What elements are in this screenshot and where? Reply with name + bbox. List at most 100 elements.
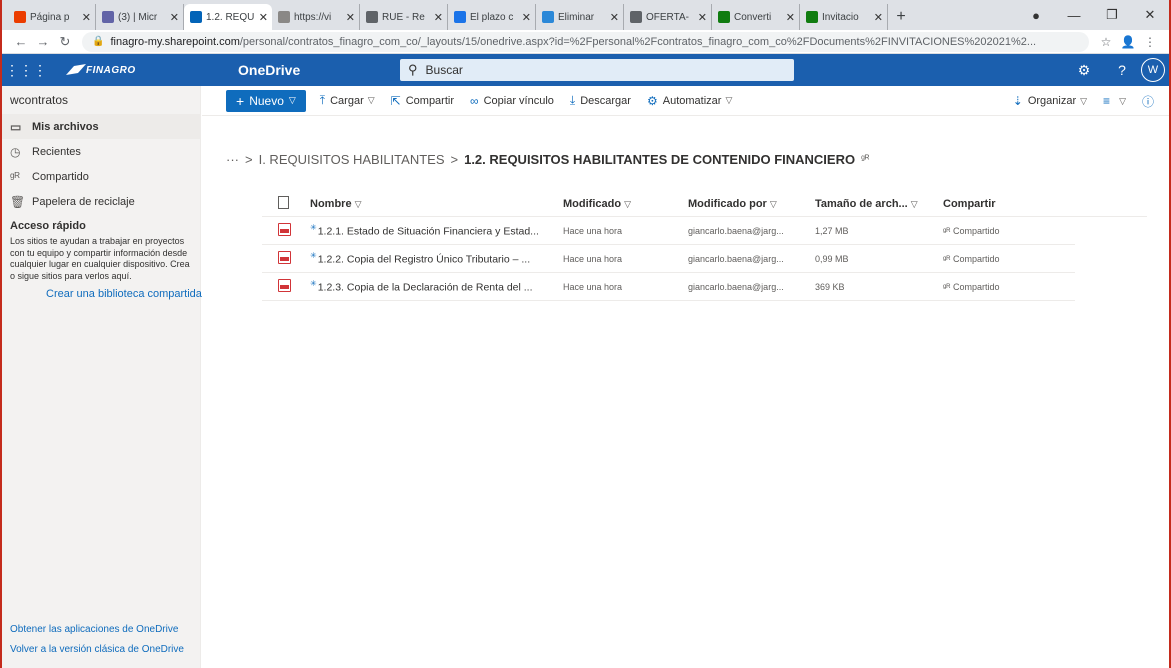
new-file-icon: ✳ (310, 251, 317, 261)
close-tab-icon[interactable]: ✕ (346, 11, 355, 24)
view-options-button[interactable]: ≡ ▽ (1103, 94, 1126, 108)
breadcrumb-parent[interactable]: I. REQUISITOS HABILITANTES (259, 152, 445, 167)
file-name[interactable]: 1.2.1. Estado de Situación Financiera y … (318, 226, 539, 238)
menu-icon[interactable]: ⋮ (1139, 35, 1161, 49)
close-tab-icon[interactable]: ✕ (610, 11, 619, 24)
help-icon[interactable]: ? (1103, 62, 1141, 78)
download-button[interactable]: ⤓ Descargar (570, 93, 631, 108)
chevron-down-icon: ▽ (1080, 95, 1088, 106)
maximize-button[interactable]: ❐ (1093, 7, 1131, 23)
classic-view-link[interactable]: Volver a la versión clásica de OneDrive (10, 644, 184, 656)
col-modified[interactable]: Modificado ▽ (563, 198, 688, 210)
forward-icon[interactable]: → (32, 34, 54, 49)
app-launcher-icon[interactable]: ⋮⋮⋮ (2, 54, 50, 86)
file-type-icon[interactable] (278, 195, 289, 209)
left-nav: wcontratos ▭ Mis archivos ◷ Recientes ᵍᴿ… (2, 86, 202, 668)
account-icon[interactable]: 👤 (1117, 35, 1139, 49)
browser-tab[interactable]: https://vi ✕ (272, 4, 360, 30)
back-icon[interactable]: ← (10, 34, 32, 49)
plus-icon: + (236, 92, 245, 109)
new-button[interactable]: + Nuevo ▽ (226, 89, 306, 112)
browser-tab[interactable]: Eliminar ✕ (536, 4, 624, 30)
minimize-button[interactable]: — (1055, 8, 1093, 23)
copy-link-button[interactable]: ∞ Copiar vínculo (470, 94, 554, 108)
automate-button[interactable]: ⚙ Automatizar ▽ (647, 94, 732, 108)
finagro-logo[interactable]: FINAGRO (50, 54, 190, 86)
settings-icon[interactable]: ⚙ (1065, 62, 1103, 79)
col-size[interactable]: Tamaño de arch... ▽ (815, 198, 943, 210)
file-sharing[interactable]: Compartido (953, 254, 1000, 264)
new-tab-button[interactable]: + (888, 4, 914, 30)
get-apps-link[interactable]: Obtener las aplicaciones de OneDrive (10, 624, 184, 636)
tab-strip: Página p ✕ (3) | Micr ✕ 1.2. REQU ✕ https://vi… (2, 0, 1169, 30)
table-row[interactable]: ✳1.2.1. Estado de Situación Financiera y… (262, 217, 1075, 245)
at-icon (454, 11, 466, 23)
file-sharing[interactable]: Compartido (953, 226, 1000, 236)
content-area: + Nuevo ▽ ⤒ Cargar ▽ ⇱ Compartir ∞ Copia… (202, 86, 1169, 668)
nav-shared[interactable]: ᵍᴿ Compartido (2, 164, 200, 189)
sort-button[interactable]: ⇣ Organizar ▽ (1013, 94, 1087, 108)
file-modified: Hace una hora (563, 253, 623, 264)
browser-tab[interactable]: Invitacio ✕ (800, 4, 888, 30)
window-controls: ● — ❐ ✕ (1017, 0, 1169, 30)
app-name[interactable]: OneDrive (238, 62, 388, 78)
col-name[interactable]: Nombre ▽ (310, 198, 563, 210)
new-file-icon: ✳ (310, 279, 317, 289)
nav-my-files[interactable]: ▭ Mis archivos (2, 114, 200, 139)
shared-icon: ᵍᴿ (943, 253, 953, 264)
col-modified-by[interactable]: Modificado por ▽ (688, 198, 815, 210)
quick-access-title: Acceso rápido (10, 220, 86, 232)
browser-tab[interactable]: (3) | Micr ✕ (96, 4, 184, 30)
browser-tab[interactable]: Página p ✕ (8, 4, 96, 30)
file-name[interactable]: 1.2.3. Copia de la Declaración de Renta … (318, 282, 533, 294)
avatar[interactable]: W (1141, 58, 1165, 82)
profile-icon[interactable]: ● (1017, 8, 1055, 23)
file-modified-by[interactable]: giancarlo.baena@jarg... (688, 226, 815, 236)
close-tab-icon[interactable]: ✕ (698, 11, 707, 24)
browser-tab[interactable]: Converti ✕ (712, 4, 800, 30)
close-tab-icon[interactable]: ✕ (522, 11, 531, 24)
upload-label: Cargar (330, 94, 364, 107)
browser-tab[interactable]: 1.2. REQU ✕ (184, 4, 272, 30)
col-sharing[interactable]: Compartir (943, 198, 1073, 210)
upload-button[interactable]: ⤒ Cargar ▽ (320, 93, 375, 108)
close-tab-icon[interactable]: ✕ (170, 11, 179, 24)
reload-icon[interactable]: ↻ (54, 34, 76, 50)
file-modified-by[interactable]: giancarlo.baena@jarg... (688, 282, 815, 292)
browser-tab[interactable]: RUE - Re ✕ (360, 4, 448, 30)
chevron-right-icon: > (245, 152, 253, 167)
url-field[interactable]: 🔒 finagro-my.sharepoint.com/personal/con… (82, 31, 1089, 52)
link-icon: ∞ (470, 93, 479, 108)
new-label: Nuevo (249, 93, 284, 108)
create-library-link[interactable]: Crear una biblioteca compartida (2, 282, 202, 300)
file-modified: Hace una hora (563, 225, 623, 236)
close-tab-icon[interactable]: ✕ (82, 11, 91, 24)
tab-title: (3) | Micr (118, 11, 158, 23)
share-button[interactable]: ⇱ Compartir (391, 94, 454, 108)
close-tab-icon[interactable]: ✕ (259, 11, 268, 24)
file-list-header: Nombre ▽ Modificado ▽ Modificado por ▽ Tama… (262, 191, 1147, 217)
star-icon[interactable]: ☆ (1095, 35, 1117, 49)
browser-tab[interactable]: OFERTA- ✕ (624, 4, 712, 30)
quick-access-description: Los sitios te ayudan a trabajar en proye… (10, 236, 190, 281)
close-tab-icon[interactable]: ✕ (786, 11, 795, 24)
pdf-file-icon (278, 250, 291, 264)
ellipsis-icon[interactable]: ··· (226, 152, 239, 167)
browser-tab[interactable]: El plazo c ✕ (448, 4, 536, 30)
chevron-down-icon: ▽ (1119, 95, 1126, 106)
close-tab-icon[interactable]: ✕ (874, 11, 883, 24)
file-name[interactable]: 1.2.2. Copia del Registro Único Tributar… (318, 254, 530, 266)
info-button[interactable]: ⓘ (1142, 93, 1159, 110)
nav-recent[interactable]: ◷ Recientes (2, 139, 200, 164)
table-row[interactable]: ✳1.2.2. Copia del Registro Único Tributa… (262, 245, 1075, 273)
nav-recycle-bin[interactable]: 🗑 Papelera de reciclaje (2, 189, 200, 214)
logo-text: FINAGRO (86, 64, 136, 76)
file-modified-by[interactable]: giancarlo.baena@jarg... (688, 254, 815, 264)
close-tab-icon[interactable]: ✕ (434, 11, 443, 24)
close-window-button[interactable]: ✕ (1131, 7, 1169, 23)
teams-icon (102, 11, 114, 23)
search-box[interactable]: ⚲ Buscar (400, 59, 794, 81)
table-row[interactable]: ✳1.2.3. Copia de la Declaración de Renta… (262, 273, 1075, 301)
chevron-down-icon: ▽ (725, 95, 733, 105)
file-sharing[interactable]: Compartido (953, 282, 1000, 292)
